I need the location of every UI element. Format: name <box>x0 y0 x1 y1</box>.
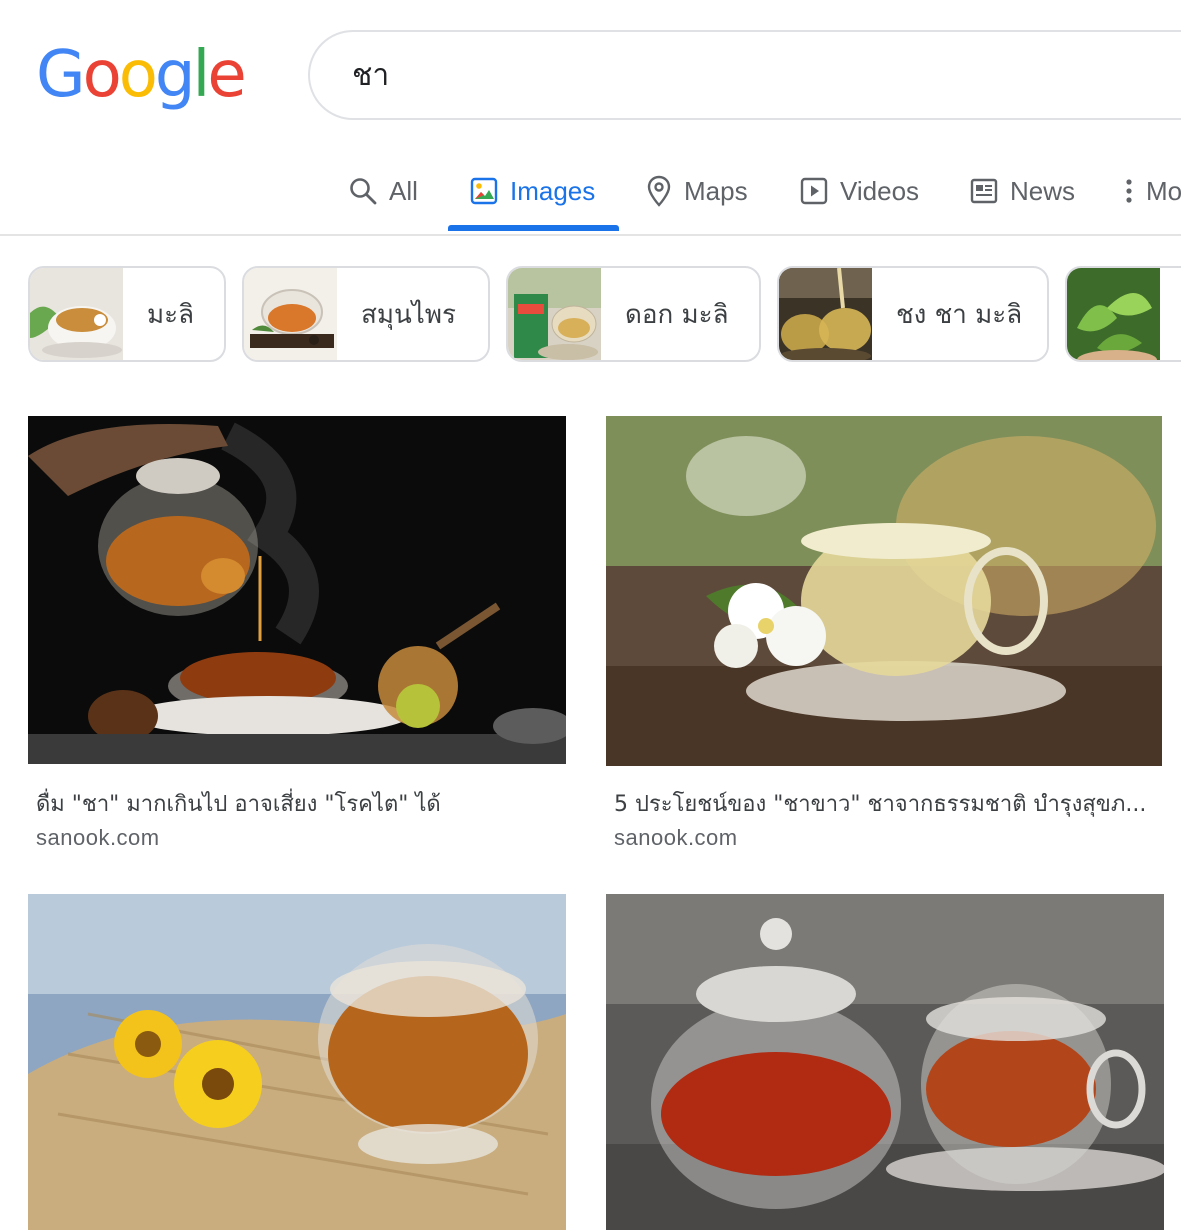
search-icon <box>349 177 377 205</box>
image-icon <box>470 177 498 205</box>
chip-jasmine-flower[interactable]: ดอก มะลิ <box>506 266 761 362</box>
tab-images[interactable]: Images <box>470 150 595 232</box>
tab-news-label: News <box>1010 175 1076 206</box>
search-tabs: All Images Maps Videos News More <box>0 150 1181 236</box>
google-logo[interactable]: G o o g l e <box>36 38 247 112</box>
tab-more[interactable]: More <box>1124 150 1181 232</box>
map-pin-icon <box>646 175 672 207</box>
tab-images-label: Images <box>510 175 596 206</box>
chip-label: มะลิ <box>147 299 195 330</box>
tab-more-label: More <box>1146 175 1181 206</box>
tab-maps[interactable]: Maps <box>646 150 748 232</box>
result-source: sanook.com <box>614 825 738 850</box>
result-source: sanook.com <box>36 825 160 850</box>
chip-thumbnail <box>508 268 601 360</box>
chip-label: สมุนไพร <box>361 299 456 330</box>
chip-label: ดอก มะลิ <box>625 299 729 330</box>
chip-jasmine[interactable]: มะลิ <box>28 266 226 362</box>
result-image[interactable] <box>28 894 566 1230</box>
more-vert-icon <box>1124 177 1134 205</box>
tab-all-label: All <box>389 175 418 206</box>
chip-thumbnail <box>244 268 337 360</box>
chip-herbal[interactable]: สมุนไพร <box>242 266 490 362</box>
chip-tea-leaves[interactable] <box>1065 266 1181 362</box>
tab-all[interactable]: All <box>349 150 418 232</box>
search-input[interactable] <box>350 56 1054 94</box>
play-icon <box>800 177 828 205</box>
logo-letter-g2: g <box>154 38 196 112</box>
logo-letter-l: l <box>192 38 211 112</box>
chip-brew-jasmine-tea[interactable]: ชง ชา มะลิ <box>777 266 1049 362</box>
chip-label: ชง ชา มะลิ <box>896 299 1023 330</box>
search-bar[interactable] <box>308 30 1181 120</box>
result-title[interactable]: ดื่ม "ชา" มากเกินไป อาจเสี่ยง "โรคไต" ได… <box>36 786 566 821</box>
logo-letter-g: G <box>36 38 86 112</box>
logo-letter-o1: o <box>82 38 122 112</box>
result-image[interactable] <box>606 894 1164 1230</box>
chip-thumbnail <box>779 268 872 360</box>
logo-letter-e: e <box>207 38 246 112</box>
tab-news[interactable]: News <box>970 150 1075 232</box>
tab-maps-label: Maps <box>684 175 748 206</box>
result-title[interactable]: 5 ประโยชน์ของ "ชาขาว" ชาจากธรรมชาติ บำรุ… <box>614 786 1162 821</box>
tab-videos-label: Videos <box>840 175 920 206</box>
newspaper-icon <box>970 178 998 204</box>
active-tab-indicator <box>448 225 619 231</box>
chip-thumbnail <box>1067 268 1160 360</box>
result-image[interactable] <box>606 416 1162 766</box>
logo-letter-o2: o <box>118 38 158 112</box>
chip-thumbnail <box>30 268 123 360</box>
tab-videos[interactable]: Videos <box>800 150 919 232</box>
result-image[interactable] <box>28 416 566 764</box>
